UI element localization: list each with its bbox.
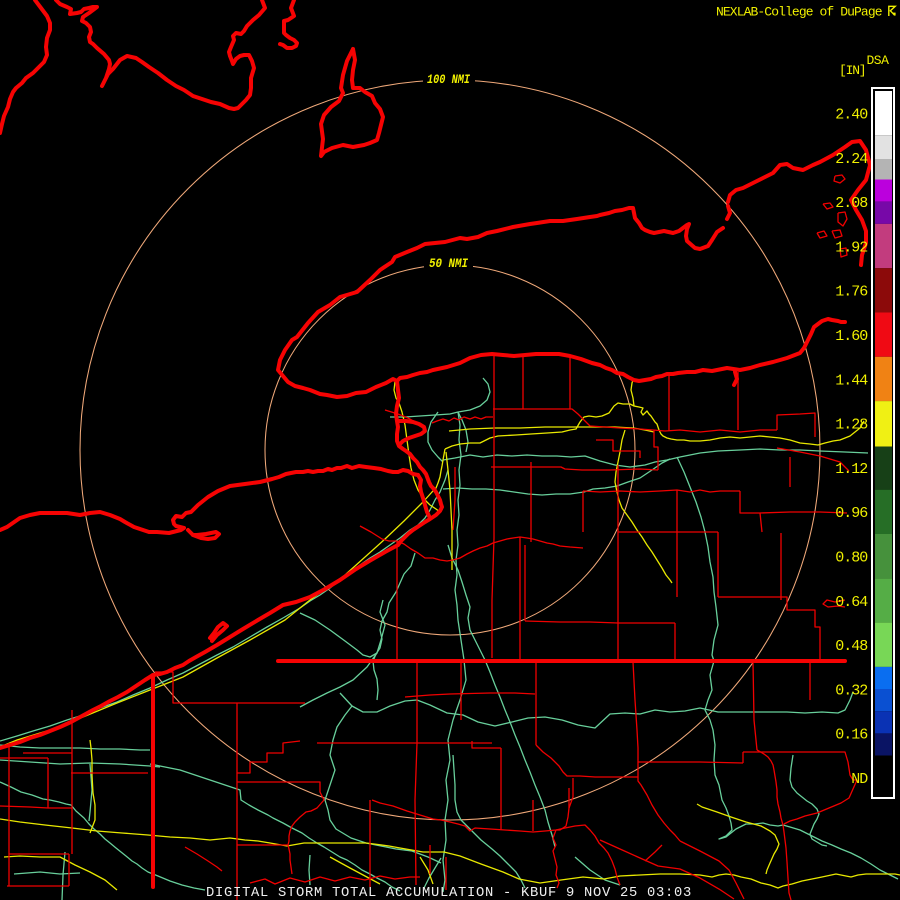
svg-text:2.08: 2.08 bbox=[835, 195, 868, 212]
svg-text:1.60: 1.60 bbox=[835, 328, 868, 345]
svg-text:0.64: 0.64 bbox=[835, 594, 868, 611]
svg-text:1.76: 1.76 bbox=[835, 284, 868, 301]
svg-text:1.12: 1.12 bbox=[835, 461, 867, 478]
svg-text:1.92: 1.92 bbox=[835, 239, 867, 256]
svg-text:50 NMI: 50 NMI bbox=[429, 257, 468, 271]
svg-text:0.32: 0.32 bbox=[835, 682, 867, 699]
svg-text:NEXLAB-College of DuPage: NEXLAB-College of DuPage bbox=[716, 5, 882, 20]
svg-text:100 NMI: 100 NMI bbox=[427, 73, 470, 87]
svg-text:2.24: 2.24 bbox=[835, 151, 868, 168]
svg-text:1.28: 1.28 bbox=[835, 417, 868, 434]
svg-text:DSA: DSA bbox=[867, 53, 890, 68]
svg-text:DIGITAL STORM TOTAL ACCUMULATI: DIGITAL STORM TOTAL ACCUMULATION - KBUF … bbox=[206, 886, 692, 900]
svg-text:0.48: 0.48 bbox=[835, 638, 868, 655]
svg-text:2.40: 2.40 bbox=[835, 107, 868, 124]
svg-text:0.80: 0.80 bbox=[835, 550, 868, 567]
svg-text:ND: ND bbox=[851, 771, 868, 788]
svg-text:0.96: 0.96 bbox=[835, 505, 868, 522]
svg-text:1.44: 1.44 bbox=[835, 372, 868, 389]
svg-text:0.16: 0.16 bbox=[835, 727, 868, 744]
svg-text:[IN]: [IN] bbox=[839, 63, 865, 78]
